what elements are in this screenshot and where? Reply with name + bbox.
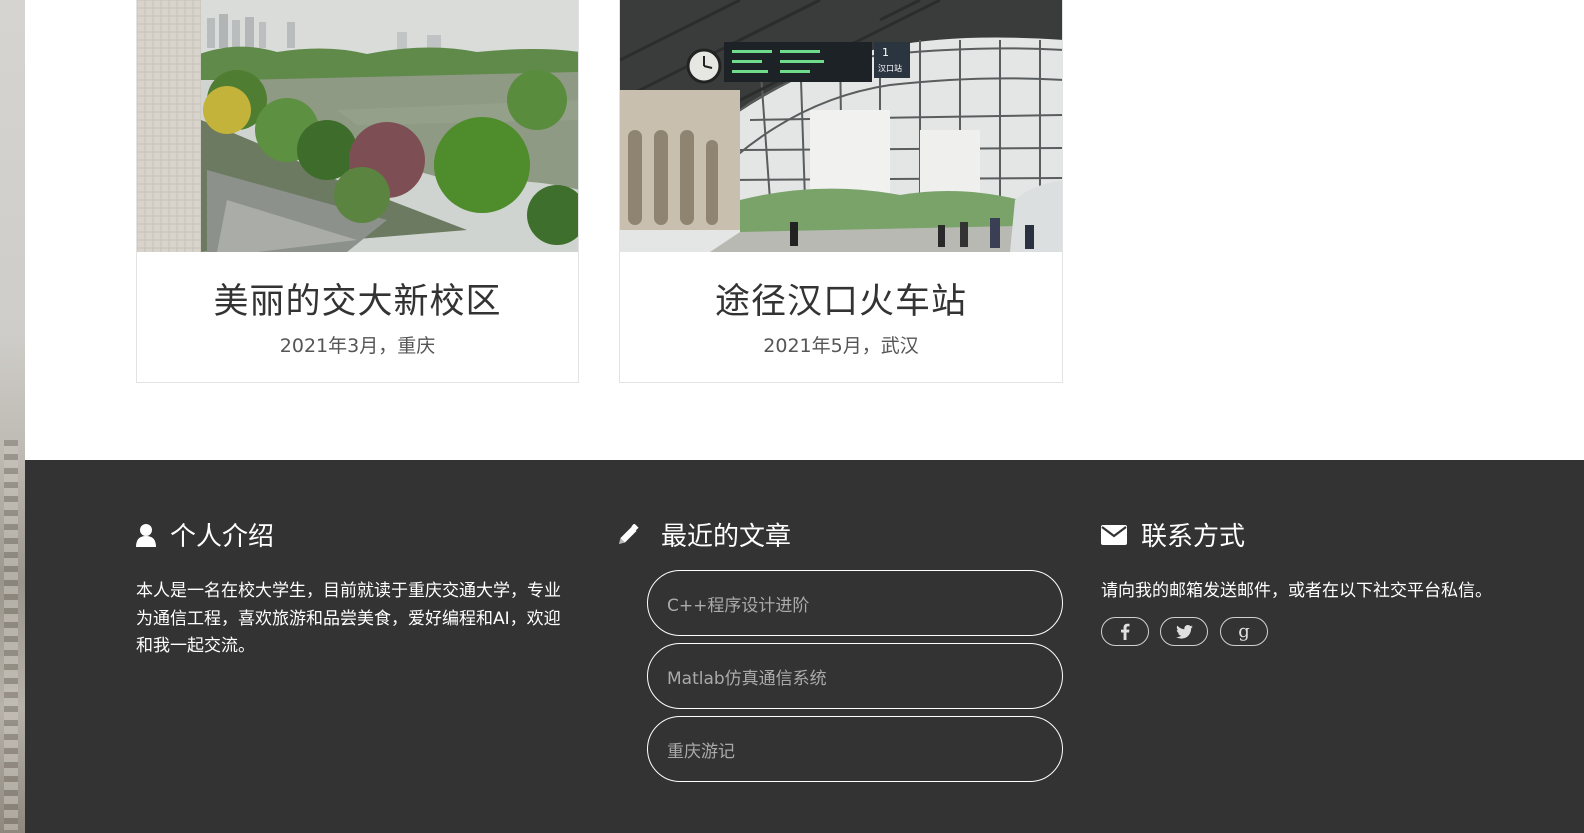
card-title[interactable]: 美丽的交大新校区 — [137, 273, 578, 324]
contact-heading: 联系方式 — [1101, 516, 1245, 553]
twitter-icon — [1175, 624, 1193, 639]
google-plus-button[interactable]: g — [1220, 617, 1268, 646]
card-date-location: 2021年5月，武汉 — [763, 335, 919, 357]
card-date-location: 2021年3月，重庆 — [279, 335, 436, 357]
campus-lake-photo[interactable] — [137, 0, 578, 252]
about-heading: 个人介绍 — [136, 516, 274, 553]
about-heading-label: 个人介绍 — [170, 522, 275, 552]
envelope-icon — [1101, 524, 1127, 545]
hankou-station-photo[interactable]: 1 汉口站 — [620, 0, 1062, 252]
recent-posts-heading: 最近的文章 — [617, 516, 791, 553]
twitter-button[interactable] — [1160, 617, 1208, 646]
contact-heading-label: 联系方式 — [1141, 522, 1246, 552]
gallery-card[interactable]: 美丽的交大新校区 2021年3月，重庆 — [136, 0, 579, 383]
about-text: 本人是一名在校大学生，目前就读于重庆交通大学，专业为通信工程，喜欢旅游和品尝美食… — [136, 581, 561, 656]
user-icon — [136, 523, 156, 547]
google-plus-icon: g — [1238, 621, 1250, 642]
recent-post-link[interactable]: C++程序设计进阶 — [647, 570, 1063, 636]
facebook-button[interactable] — [1101, 617, 1149, 646]
recent-posts-heading-label: 最近的文章 — [661, 522, 792, 552]
contact-text: 请向我的邮箱发送邮件，或者在以下社交平台私信。 — [1101, 581, 1492, 601]
recent-post-link[interactable]: Matlab仿真通信系统 — [647, 643, 1063, 709]
page-background — [0, 0, 25, 833]
station-sign: 汉口站 — [878, 63, 902, 73]
recent-post-link[interactable]: 重庆游记 — [647, 716, 1063, 782]
pencil-icon — [617, 523, 639, 546]
gallery-card[interactable]: 1 汉口站 途径汉口火车站 2021年5月，武汉 — [619, 0, 1063, 383]
platform-number: 1 — [882, 46, 889, 59]
card-title[interactable]: 途径汉口火车站 — [620, 273, 1062, 324]
facebook-icon — [1121, 623, 1130, 640]
